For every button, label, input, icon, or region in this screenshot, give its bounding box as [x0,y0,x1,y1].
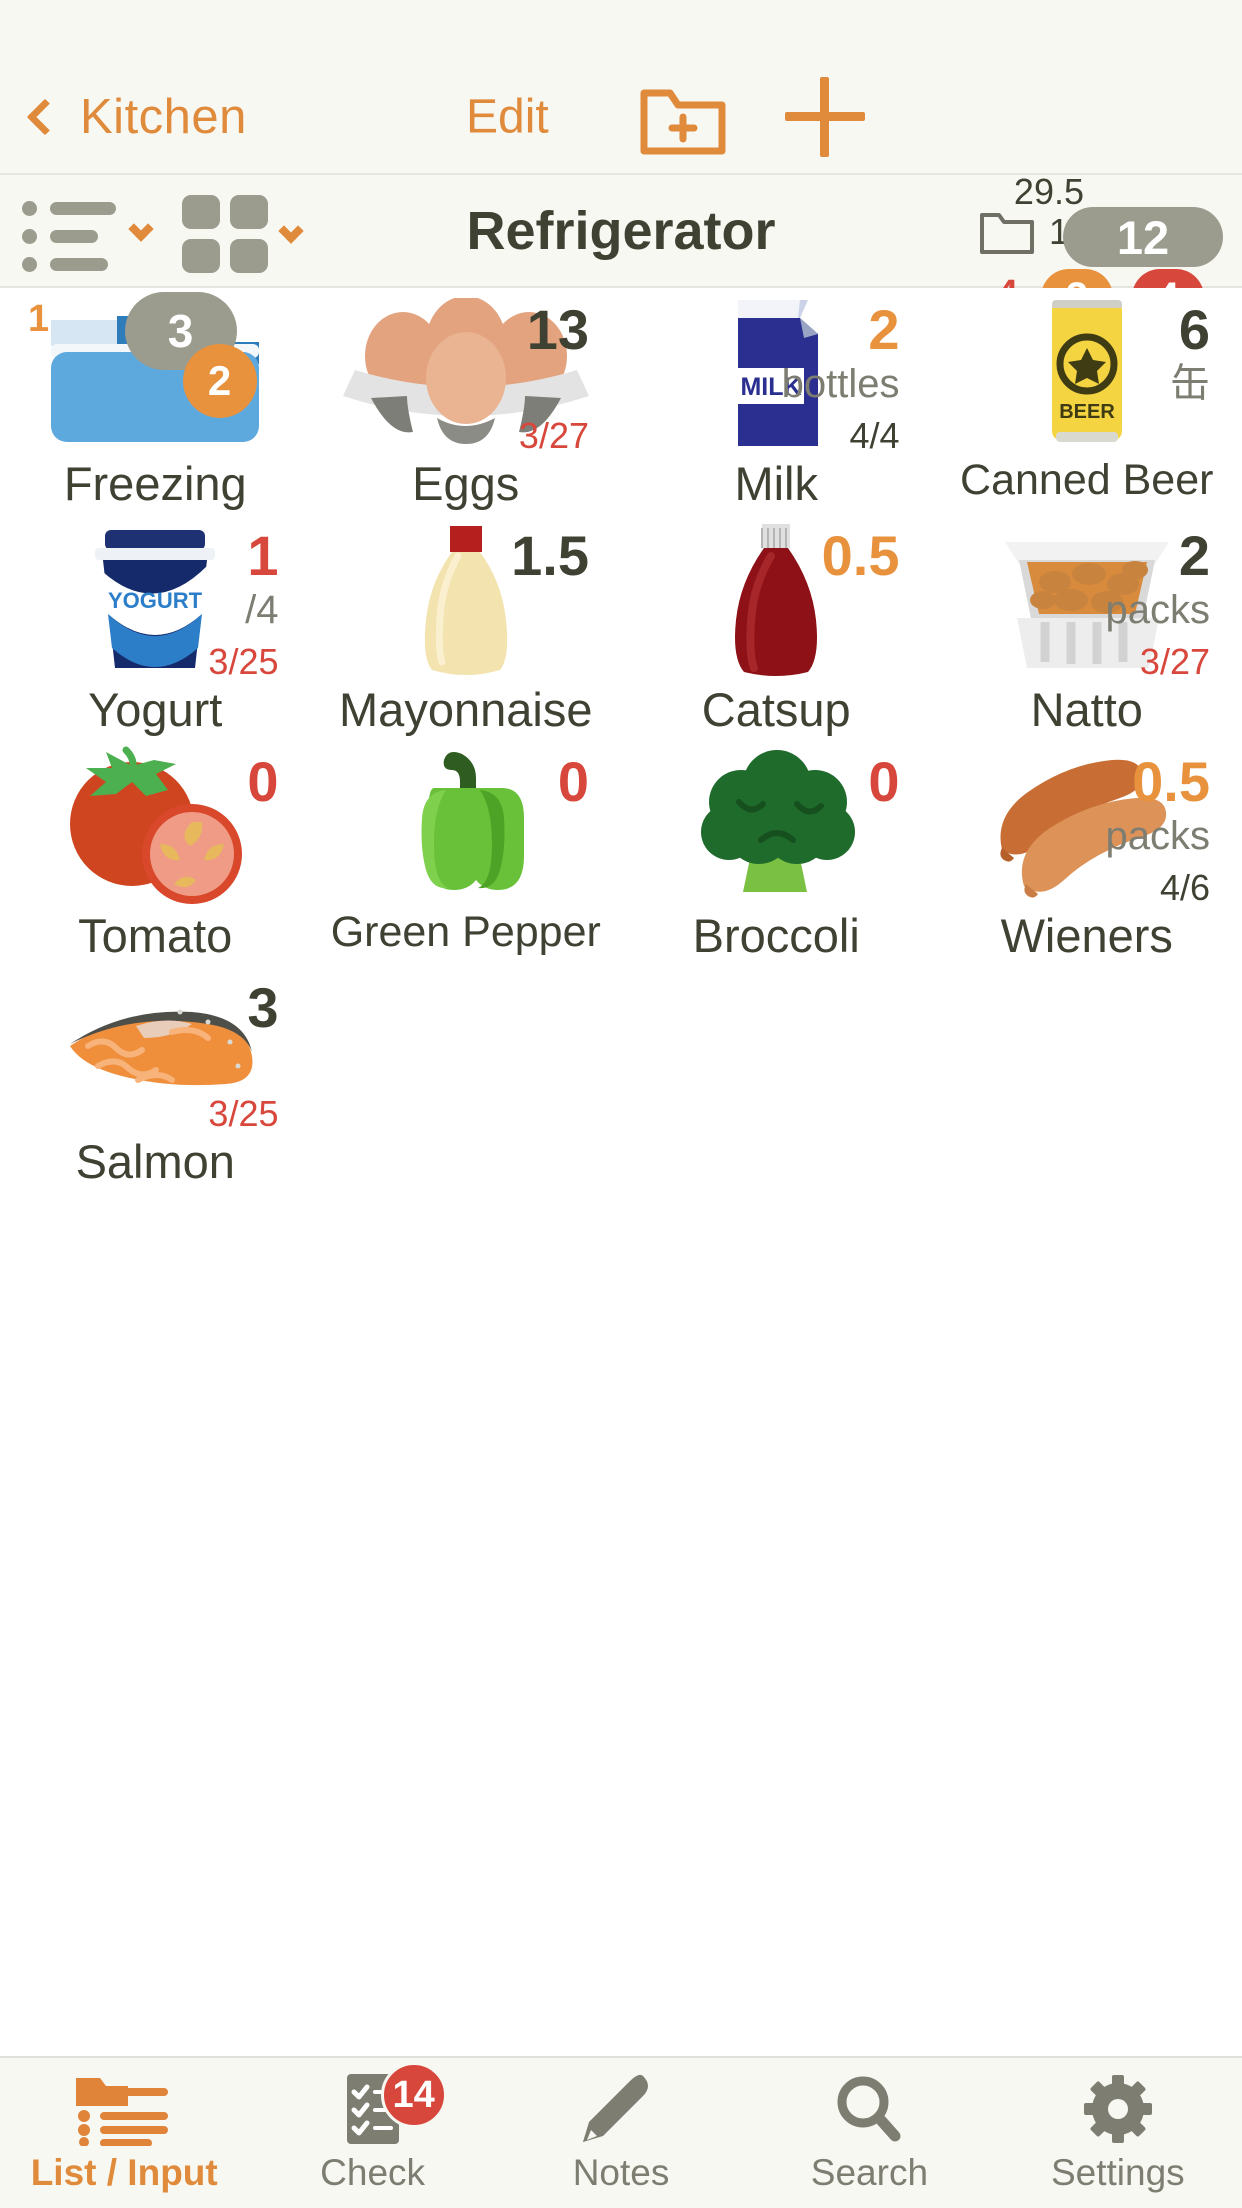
grid-item[interactable]: 1.5 Mayonnaise [311,514,622,740]
tab-label: Search [810,2152,929,2193]
item-label: Canned Beer [960,456,1214,504]
tab-notes[interactable]: Notes [497,2058,745,2208]
view-toolbar: Refrigerator 1 29.5 12 4 3 4 [0,171,1242,325]
folder-list-icon [74,2072,174,2147]
item-quantity: 0 [247,750,279,813]
folder-corner-count: 1 [28,298,50,340]
grid-folder[interactable]: 1 3 2 Freezing [0,288,311,514]
tab-label: Notes [572,2152,670,2193]
item-content: 0.5 [621,518,932,678]
navigation-bar: Kitchen Edit [0,60,1242,173]
checklist-icon: 14 [323,2062,447,2146]
search-icon [819,2072,919,2146]
tab-label: List / Input [30,2152,218,2193]
tab-settings[interactable]: Settings [994,2058,1242,2208]
add-item-button[interactable] [785,76,865,157]
edit-button[interactable]: Edit [466,89,549,144]
item-quantity: 1 [247,524,279,587]
tab-badge: 14 [380,2062,447,2128]
item-content: MILK 2 bottles 4/4 [621,292,932,456]
item-label: Milk [734,457,819,510]
folder-icon [979,209,1035,255]
tab-search[interactable]: Search [745,2058,993,2208]
folder-alert-badge: 2 [182,344,257,418]
item-quantity: 2 [868,298,900,361]
item-content: 0 [311,744,622,904]
item-quantity: 1.5 [511,524,589,587]
pencil-icon [571,2072,671,2146]
item-quantity: 3 [247,976,279,1039]
status-bar [0,0,1242,60]
item-expiry-date: 3/25 [208,1093,279,1134]
item-label: Broccoli [692,909,860,962]
bottom-tab-bar: List / Input 14 Check Notes Search Setti… [0,2056,1242,2208]
tab-check[interactable]: 14 Check [248,2058,496,2208]
grid-item[interactable]: 0 Tomato [0,740,311,966]
item-unit: 缶 [1170,362,1210,406]
svg-text:BEER: BEER [1059,401,1115,423]
grid-item[interactable]: 0.5 Catsup [621,514,932,740]
folder-plus-icon[interactable] [640,79,726,155]
item-grid: 1 3 2 Freezing 13 3/27 Eggs MILK 2 bottles 4/4 M… [0,288,1242,2056]
back-button-label: Kitchen [80,89,247,144]
item-label: Eggs [412,457,520,510]
item-content: 1.5 [311,518,622,678]
gear-icon [1068,2072,1168,2146]
item-content: BEER 6缶 [932,292,1242,452]
item-quantity: 0.5 [1132,750,1210,813]
item-content: 132 [0,292,311,452]
item-label: Salmon [75,1135,235,1188]
item-expiry-date: 3/27 [1139,641,1210,682]
item-content: 0.5 packs 4/6 [932,744,1242,908]
item-content: 0 [0,744,311,904]
grid-item[interactable]: BEER 6 缶 Canned Beer [932,288,1242,514]
tab-list-input[interactable]: List / Input [0,2058,248,2208]
item-quantity: 6 [1178,298,1210,361]
grid-item[interactable]: 0 Broccoli [621,740,932,966]
item-label: Mayonnaise [339,683,593,736]
item-quantity: 0.5 [821,524,900,587]
item-quantity: 2 [1178,524,1210,587]
item-unit: /4 [245,588,279,632]
total-amount: 29.5 [1013,171,1084,212]
item-unit: packs [1105,588,1211,632]
item-unit: bottles [781,362,900,406]
item-label: Freezing [63,457,247,510]
item-content: 3 3/25 [0,970,311,1134]
item-content: 0 [621,744,932,904]
grid-item[interactable]: MILK 2 bottles 4/4 Milk [621,288,932,514]
grid-item[interactable]: 2 packs 3/27 Natto [932,514,1242,740]
folder-count: 1 [979,209,1069,255]
item-quantity: 0 [868,750,900,813]
grid-item[interactable]: YOGURT 1/4 3/25 Yogurt [0,514,311,740]
back-button[interactable]: Kitchen [24,89,247,145]
app-root: Kitchen Edit Refrigerator 1 29.5 12 1 3 … [0,0,1242,2208]
grid-item[interactable]: 0.5 packs 4/6 Wieners [932,740,1242,966]
tab-label: Settings [1050,2152,1185,2193]
item-label: Green Pepper [330,908,601,956]
item-content: 13 3/27 [311,292,622,456]
total-items-badge: 12 [1063,207,1223,267]
item-label: Wieners [1000,909,1173,962]
chevron-left-icon [26,98,64,135]
item-expiry-date: 4/4 [849,415,900,456]
tab-label: Check [320,2152,426,2193]
item-expiry-date: 3/27 [518,415,589,456]
grid-item[interactable]: 0 Green Pepper [311,740,622,966]
item-label: Tomato [78,909,233,962]
item-expiry-date: 4/6 [1159,867,1210,908]
svg-text:YOGURT: YOGURT [108,588,203,613]
item-unit: packs [1105,814,1211,858]
item-quantity: 13 [526,298,589,361]
item-content: 2 packs 3/27 [932,518,1242,682]
grid-item[interactable]: 3 3/25 Salmon [0,966,311,1192]
item-label: Catsup [701,683,851,736]
grid-item[interactable]: 13 3/27 Eggs [311,288,622,514]
item-expiry-date: 3/25 [208,641,279,682]
item-label: Yogurt [88,683,223,736]
item-label: Natto [1030,683,1143,736]
item-quantity: 0 [557,750,589,813]
item-content: YOGURT 1/4 3/25 [0,518,311,682]
